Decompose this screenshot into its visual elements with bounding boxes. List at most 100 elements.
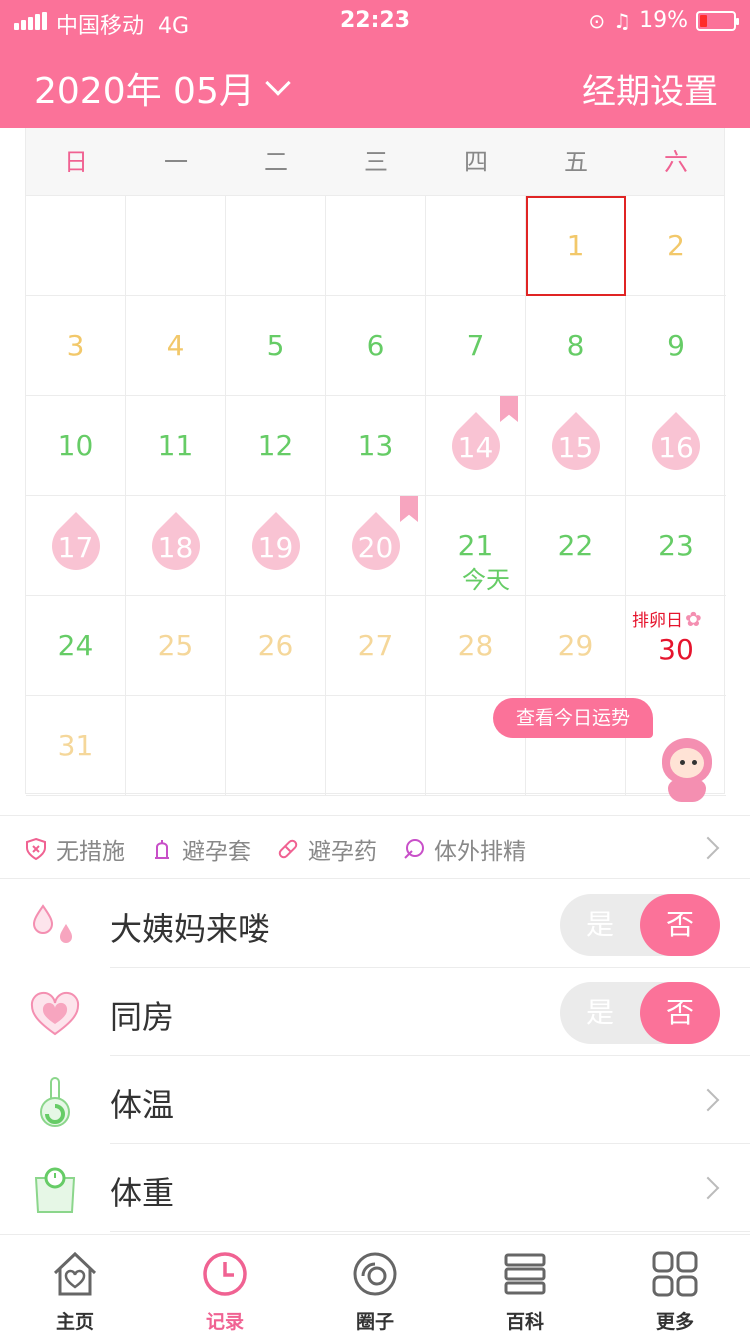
- day-number: 23: [658, 529, 694, 562]
- calendar-day[interactable]: 2: [626, 196, 726, 296]
- contraception-pill[interactable]: 避孕药: [276, 832, 377, 866]
- contraception-label: 避孕药: [308, 839, 377, 865]
- calendar-day[interactable]: 3: [26, 296, 126, 396]
- chevron-right-icon: [696, 1088, 720, 1112]
- day-number: 21: [457, 529, 494, 562]
- thermometer-icon: [40, 1077, 70, 1127]
- calendar-day[interactable]: 6: [326, 296, 426, 396]
- tab-circle[interactable]: 圈子: [300, 1235, 450, 1334]
- leaf-icon: [404, 839, 424, 859]
- headphones-icon: ♫: [613, 8, 632, 33]
- intimacy-toggle[interactable]: 是 否: [560, 982, 720, 1044]
- calendar-day[interactable]: 15: [526, 396, 626, 496]
- day-number: 28: [457, 629, 494, 662]
- bookmark-icon: [400, 496, 418, 522]
- day-number: 12: [257, 429, 294, 462]
- calendar-empty-cell: [226, 196, 326, 296]
- intimacy-label: 同房: [110, 998, 175, 1036]
- calendar-day[interactable]: 23: [626, 496, 726, 596]
- calendar-day[interactable]: 28: [426, 596, 526, 696]
- scale-icon: [34, 1167, 76, 1213]
- droplets-icon: [32, 904, 72, 943]
- calendar-day[interactable]: 13: [326, 396, 426, 496]
- tab-label: 圈子: [355, 1311, 394, 1333]
- calendar-empty-cell: [126, 196, 226, 296]
- toggle-no[interactable]: 否: [640, 894, 720, 956]
- contraception-none[interactable]: 无措施: [24, 832, 125, 866]
- circle-icon: [353, 1252, 397, 1296]
- mascot-image[interactable]: [658, 734, 716, 804]
- calendar: 日 一 二 三 四 五 六 1 2 3 4 5 6 7 8 9 10 11 12 13 14 15 16 17 1…: [25, 128, 726, 796]
- calendar-day[interactable]: 21 今天: [426, 496, 526, 596]
- pill-icon: [278, 839, 298, 859]
- calendar-day[interactable]: 16: [626, 396, 726, 496]
- status-right: ⊙ ♫ 19%: [588, 8, 739, 33]
- ovulation-text: 排卵日: [632, 611, 683, 631]
- calendar-empty-cell: [426, 196, 526, 296]
- calendar-day[interactable]: 25: [126, 596, 226, 696]
- day-number: 18: [157, 531, 194, 564]
- calendar-day[interactable]: 7: [426, 296, 526, 396]
- fortune-button[interactable]: 查看今日运势: [493, 698, 653, 738]
- intimacy-row: 同房 是 否: [0, 968, 750, 1056]
- calendar-day[interactable]: 26: [226, 596, 326, 696]
- heart-icon: [30, 991, 80, 1036]
- day-number: 31: [57, 729, 94, 762]
- calendar-day[interactable]: 31: [26, 696, 126, 796]
- tab-encyclopedia[interactable]: 百科: [450, 1235, 600, 1334]
- calendar-day[interactable]: 9: [626, 296, 726, 396]
- contraception-bar: 无措施 避孕套 避孕药 体外排精: [0, 815, 750, 879]
- calendar-day[interactable]: 12: [226, 396, 326, 496]
- calendar-empty-cell: [326, 196, 426, 296]
- calendar-day[interactable]: 18: [126, 496, 226, 596]
- contraception-condom[interactable]: 避孕套: [150, 832, 251, 866]
- calendar-day[interactable]: 20: [326, 496, 426, 596]
- calendar-day[interactable]: 14: [426, 396, 526, 496]
- contraception-label: 体外排精: [434, 839, 526, 865]
- battery-icon: [696, 10, 739, 31]
- calendar-day[interactable]: 27: [326, 596, 426, 696]
- chevron-right-icon: [696, 1176, 720, 1200]
- period-toggle[interactable]: 是 否: [560, 894, 720, 956]
- flower-icon: ✿: [685, 606, 702, 631]
- tab-record[interactable]: 记录: [150, 1235, 300, 1334]
- calendar-day[interactable]: 4: [126, 296, 226, 396]
- calendar-day[interactable]: 19: [226, 496, 326, 596]
- grid-icon: [652, 1251, 698, 1297]
- calendar-day[interactable]: 8: [526, 296, 626, 396]
- day-number: 3: [66, 329, 85, 362]
- tab-more[interactable]: 更多: [600, 1235, 750, 1334]
- books-icon: [504, 1253, 546, 1295]
- toggle-yes[interactable]: 是: [560, 982, 640, 1044]
- calendar-day[interactable]: 11: [126, 396, 226, 496]
- day-number: 13: [357, 429, 394, 462]
- calendar-day[interactable]: 24: [26, 596, 126, 696]
- calendar-day[interactable]: 22: [526, 496, 626, 596]
- calendar-empty-cell: [326, 696, 426, 796]
- day-number: 2: [667, 229, 685, 262]
- contraception-withdrawal[interactable]: 体外排精: [402, 832, 526, 866]
- tab-home[interactable]: 主页: [0, 1235, 150, 1334]
- weekday-label: 五: [564, 148, 588, 176]
- toggle-yes[interactable]: 是: [560, 894, 640, 956]
- calendar-day[interactable]: 排卵日 ✿ 30: [626, 596, 726, 696]
- calendar-day[interactable]: 17: [26, 496, 126, 596]
- weight-row[interactable]: 体重: [0, 1144, 750, 1232]
- period-label: 大姨妈来喽: [110, 910, 271, 948]
- calendar-day[interactable]: 10: [26, 396, 126, 496]
- temperature-row[interactable]: 体温: [0, 1056, 750, 1144]
- calendar-day[interactable]: 29: [526, 596, 626, 696]
- month-selector[interactable]: 2020年 05月: [34, 62, 291, 114]
- day-number: 20: [357, 531, 394, 564]
- ovulation-label: 排卵日 ✿: [632, 606, 702, 632]
- calendar-day[interactable]: 5: [226, 296, 326, 396]
- rotation-lock-icon: ⊙: [588, 8, 606, 33]
- period-settings-button[interactable]: 经期设置: [582, 64, 718, 113]
- toggle-no[interactable]: 否: [640, 982, 720, 1044]
- home-icon: [53, 1251, 97, 1296]
- chevron-right-icon[interactable]: [696, 836, 720, 860]
- clock-icon: [203, 1252, 247, 1296]
- day-number: 4: [166, 329, 185, 362]
- calendar-day[interactable]: 1: [526, 196, 626, 296]
- day-number: 30: [658, 633, 694, 666]
